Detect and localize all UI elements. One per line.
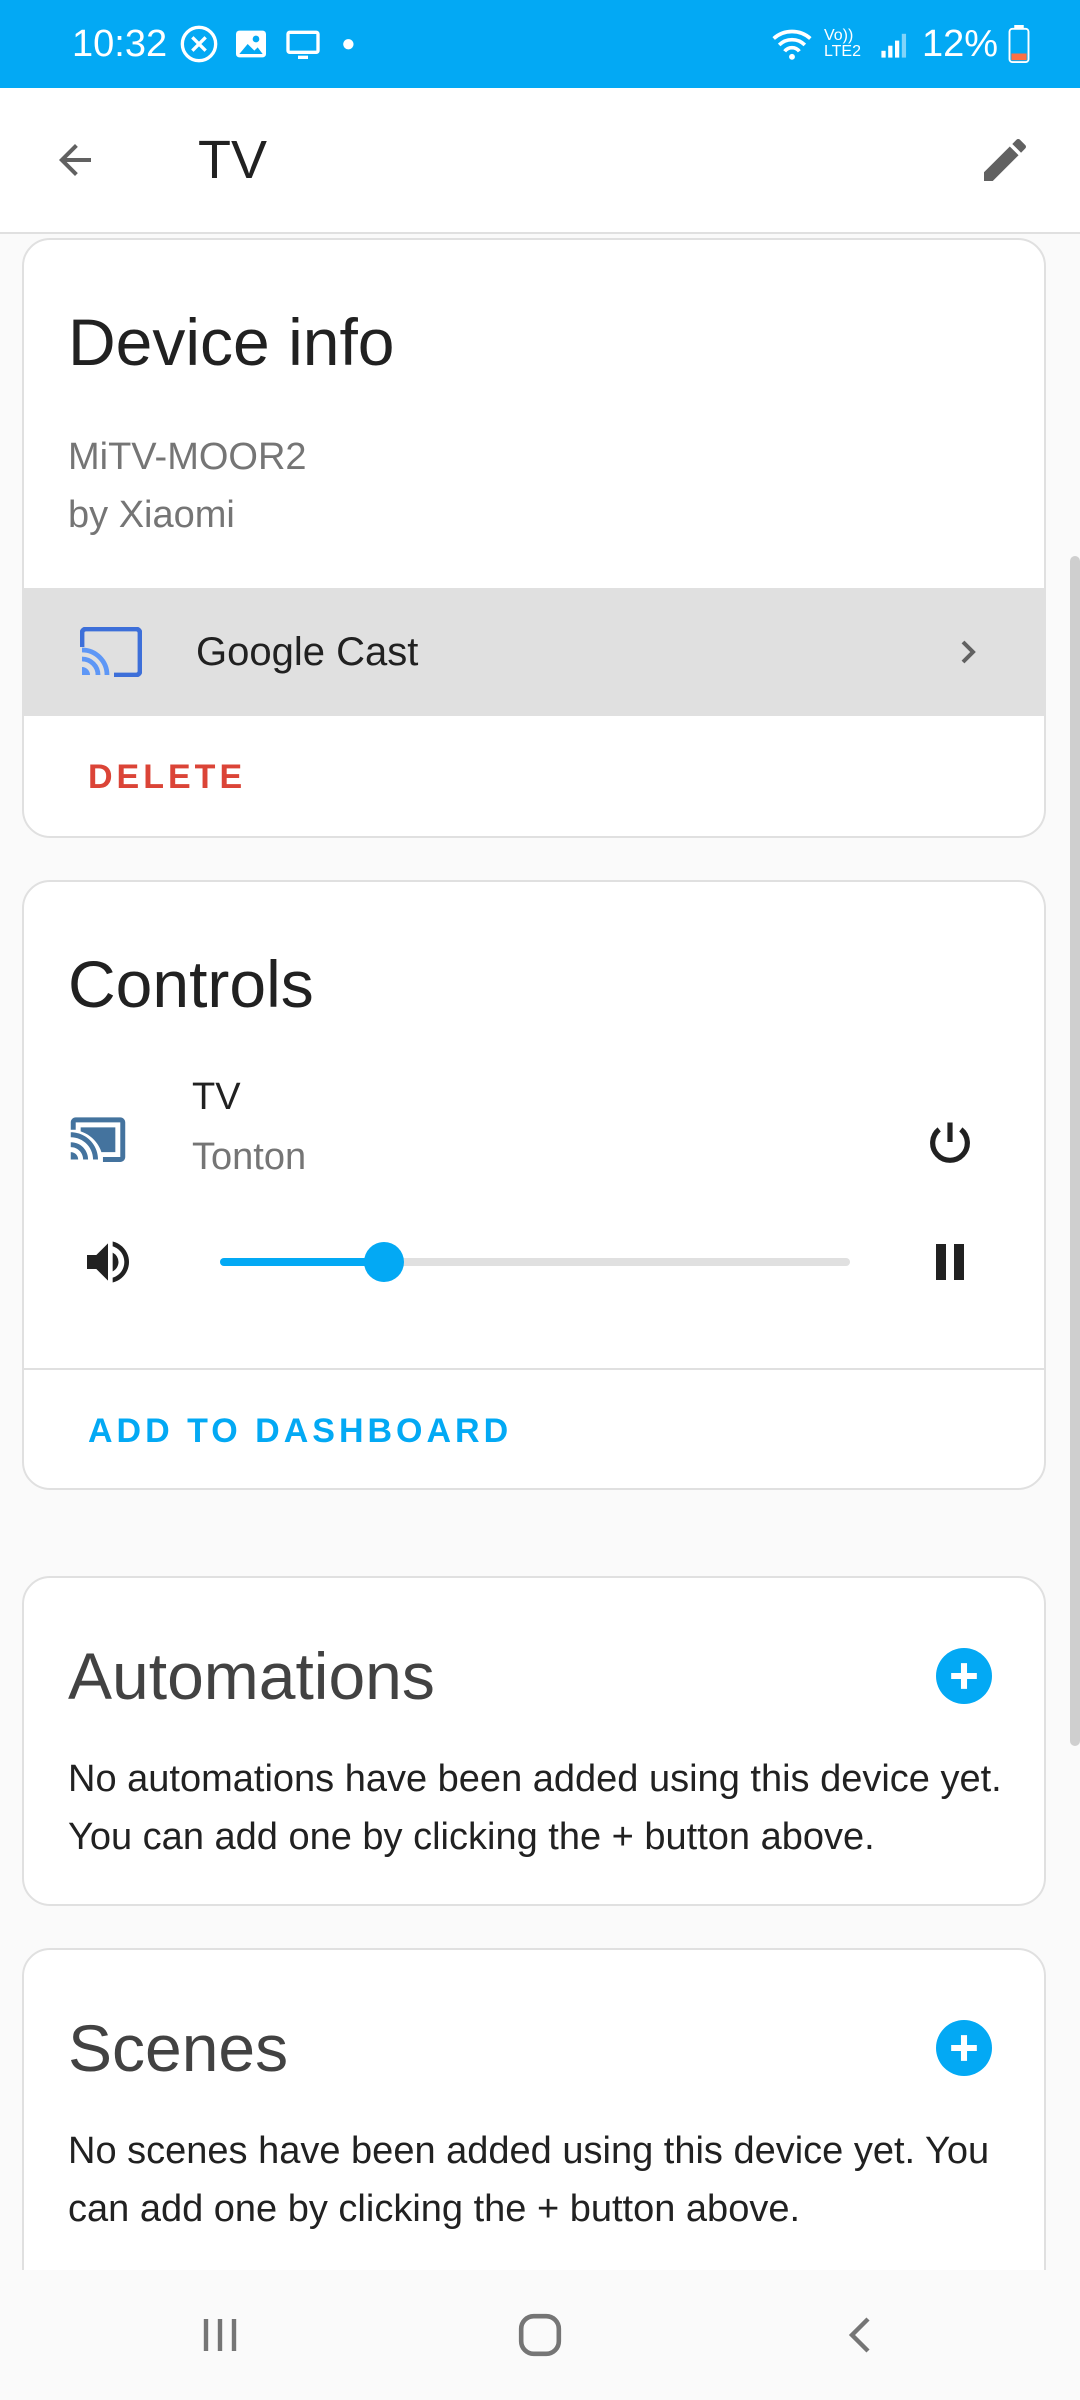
automations-title: Automations bbox=[68, 1639, 435, 1713]
power-button[interactable] bbox=[910, 1102, 990, 1182]
signal-icon bbox=[878, 27, 912, 61]
media-player-entity-row[interactable]: TV Tonton bbox=[24, 1072, 1044, 1202]
screen-icon bbox=[283, 24, 323, 64]
add-scene-button[interactable] bbox=[936, 2020, 992, 2076]
recents-button[interactable] bbox=[140, 2270, 300, 2400]
add-automation-button[interactable] bbox=[936, 1648, 992, 1704]
controls-title: Controls bbox=[68, 947, 314, 1021]
wifi-icon bbox=[770, 25, 814, 63]
volume-slider-fill bbox=[220, 1258, 384, 1266]
device-model: MiTV-MOOR2 bbox=[68, 436, 307, 478]
image-icon bbox=[231, 24, 271, 64]
battery-icon bbox=[1008, 25, 1030, 63]
integration-label: Google Cast bbox=[196, 629, 419, 674]
scenes-title: Scenes bbox=[68, 2011, 289, 2085]
page-title: TV bbox=[198, 130, 268, 190]
device-manufacturer: by Xiaomi bbox=[68, 494, 235, 536]
entity-name: TV bbox=[192, 1076, 241, 1118]
status-left: 10:32 ● bbox=[72, 23, 356, 66]
app-bar: TV bbox=[0, 88, 1080, 234]
volume-high-icon bbox=[87, 1241, 129, 1283]
edit-button[interactable] bbox=[930, 87, 1080, 233]
controls-card: Controls TV Tonton ADD TO DASHBOARD bbox=[22, 880, 1046, 1490]
entity-state: Tonton bbox=[192, 1136, 307, 1178]
blocked-icon bbox=[179, 24, 219, 64]
battery-text: 12% bbox=[921, 22, 998, 65]
arrow-left-icon bbox=[59, 144, 91, 176]
dot-icon: ● bbox=[341, 30, 356, 57]
network-label: Vo)) LTE2 bbox=[823, 27, 861, 60]
volume-button[interactable] bbox=[80, 1234, 136, 1295]
status-time: 10:32 bbox=[72, 22, 168, 65]
pencil-icon bbox=[984, 138, 1027, 181]
home-icon bbox=[518, 2313, 562, 2357]
card-divider bbox=[24, 1368, 1044, 1370]
scenes-empty-message: No scenes have been added using this dev… bbox=[68, 2130, 990, 2230]
recents-icon bbox=[203, 2319, 237, 2351]
status-right: Vo)) LTE2 12% bbox=[770, 23, 1030, 66]
home-button[interactable] bbox=[460, 2270, 620, 2400]
cast-connected-icon bbox=[70, 1117, 126, 1162]
volume-slider[interactable] bbox=[220, 1242, 850, 1282]
device-info-title: Device info bbox=[68, 305, 395, 379]
scrollbar[interactable] bbox=[1070, 556, 1080, 1746]
device-info-card: Device info MiTV-MOOR2 by Xiaomi Google … bbox=[22, 238, 1046, 838]
add-to-dashboard-button[interactable]: ADD TO DASHBOARD bbox=[88, 1412, 512, 1451]
chevron-left-icon bbox=[848, 2317, 870, 2353]
automations-card: Automations No automations have been add… bbox=[22, 1576, 1046, 1906]
scenes-card: Scenes No scenes have been added using t… bbox=[22, 1948, 1046, 2270]
back-button[interactable] bbox=[0, 87, 150, 233]
volume-row bbox=[24, 1212, 1044, 1312]
cast-icon bbox=[80, 627, 142, 677]
chevron-right-icon bbox=[961, 640, 976, 664]
power-icon bbox=[930, 1122, 970, 1163]
status-bar: 10:32 ● Vo)) LTE2 12% bbox=[0, 0, 1080, 88]
automations-empty-message: No automations have been added using thi… bbox=[68, 1758, 1002, 1858]
pause-icon bbox=[936, 1244, 964, 1280]
content-scroll[interactable]: Device info MiTV-MOOR2 by Xiaomi Google … bbox=[0, 236, 1080, 2270]
volume-slider-thumb[interactable] bbox=[363, 1242, 404, 1282]
delete-button[interactable]: DELETE bbox=[88, 758, 246, 797]
system-nav-bar bbox=[0, 2270, 1080, 2400]
nav-back-button[interactable] bbox=[780, 2270, 940, 2400]
integration-google-cast[interactable]: Google Cast bbox=[24, 588, 1044, 716]
pause-button[interactable] bbox=[910, 1222, 990, 1302]
